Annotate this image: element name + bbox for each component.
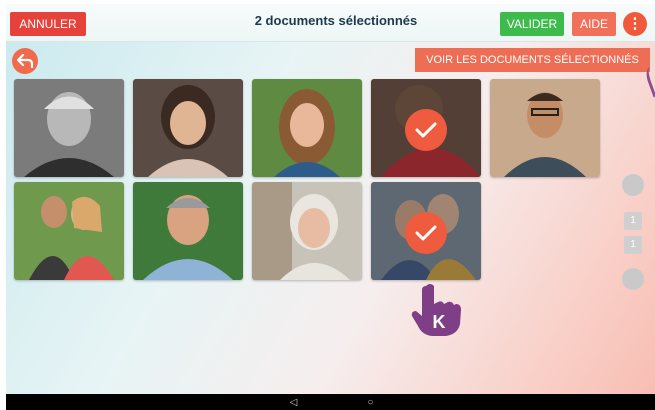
page-current: 1 bbox=[624, 212, 642, 230]
validate-button[interactable]: VALIDER bbox=[500, 12, 564, 36]
check-icon bbox=[405, 109, 447, 151]
selection-title: 2 documents sélectionnés bbox=[254, 13, 418, 28]
photo-tile-man-grey-hair[interactable] bbox=[133, 182, 243, 280]
more-options-icon[interactable]: ⋮ bbox=[623, 12, 647, 36]
photo-tile-man-glasses[interactable] bbox=[490, 79, 600, 177]
view-selected-documents-button[interactable]: VOIR LES DOCUMENTS SÉLECTIONNÉS bbox=[415, 48, 650, 72]
photo-tile-older-couple-selected[interactable] bbox=[371, 182, 481, 280]
page-total: 1 bbox=[624, 236, 642, 254]
photo-tile-older-woman[interactable] bbox=[252, 182, 362, 280]
android-nav-bar: ◁ ○ bbox=[6, 394, 655, 410]
scroll-down-button[interactable] bbox=[622, 268, 644, 290]
photo-tile-old-man[interactable] bbox=[14, 79, 124, 177]
tap-hand-icon: K bbox=[408, 282, 464, 343]
cancel-button[interactable]: ANNULER bbox=[10, 12, 86, 36]
photo-tile-child-selected[interactable] bbox=[371, 79, 481, 177]
hand-letter: K bbox=[433, 312, 446, 332]
top-toolbar: ANNULER 2 documents sélectionnés VALIDER… bbox=[6, 4, 655, 42]
photo-tile-couple[interactable] bbox=[14, 182, 124, 280]
photo-tile-woman-outdoors[interactable] bbox=[252, 79, 362, 177]
nav-back-icon[interactable]: ◁ bbox=[290, 397, 298, 408]
check-icon bbox=[405, 212, 447, 254]
nav-home-icon[interactable]: ○ bbox=[367, 397, 373, 408]
app-screen: ANNULER 2 documents sélectionnés VALIDER… bbox=[6, 4, 655, 410]
photo-tile-woman-smiling[interactable] bbox=[133, 79, 243, 177]
back-arrow-icon[interactable] bbox=[12, 48, 38, 74]
scroll-up-button[interactable] bbox=[622, 174, 644, 196]
help-button[interactable]: AIDE bbox=[572, 12, 616, 36]
